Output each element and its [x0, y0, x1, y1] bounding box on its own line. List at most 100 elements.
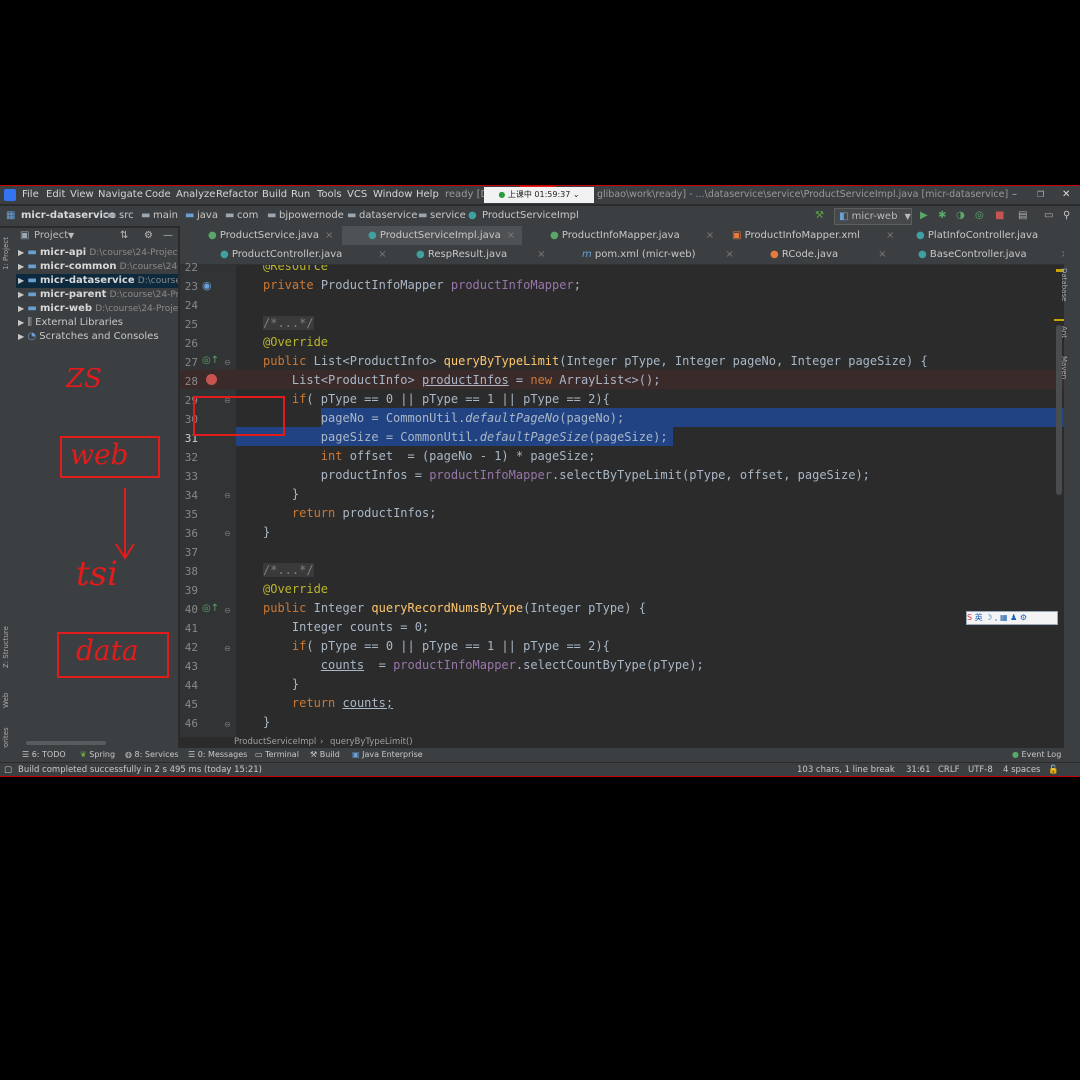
tool-web[interactable]: Web: [2, 693, 10, 708]
fold-icon[interactable]: ⊖: [224, 491, 231, 500]
tab-productinfomapper-java[interactable]: ● ProductInfoMapper.java ×: [550, 226, 714, 245]
menu-help[interactable]: Help: [416, 186, 439, 204]
tab-respresult[interactable]: ● RespResult.java ×: [416, 245, 546, 264]
close-icon[interactable]: ×: [706, 230, 714, 241]
project-panel-title[interactable]: Project: [34, 228, 68, 244]
close-icon[interactable]: ×: [886, 230, 894, 241]
profile-icon[interactable]: ◎: [975, 206, 984, 226]
fold-icon[interactable]: ⊖: [224, 606, 231, 615]
breadcrumb-com[interactable]: com: [237, 206, 258, 226]
close-icon[interactable]: ×: [507, 230, 515, 241]
fold-icon[interactable]: ⊖: [224, 644, 231, 653]
status-caret-position[interactable]: 31:61: [906, 763, 931, 776]
fold-icon[interactable]: ⊖: [224, 529, 231, 538]
menu-run[interactable]: Run: [291, 186, 310, 204]
coverage-icon[interactable]: ◑: [956, 206, 965, 226]
tool-maven[interactable]: Maven: [1060, 356, 1068, 379]
close-icon[interactable]: ×: [726, 249, 734, 260]
maximize-icon[interactable]: ❐: [1037, 186, 1044, 204]
run-config-select[interactable]: ◧ micr-web ▼: [834, 208, 912, 225]
tree-item-external-libraries[interactable]: ▶ ⫼ External Libraries: [16, 316, 123, 330]
tab-rcode[interactable]: ● RCode.java ×: [770, 245, 886, 264]
code-editor[interactable]: @Resource private ProductInfoMapper prod…: [236, 265, 1064, 737]
close-icon[interactable]: ✕: [1062, 186, 1070, 204]
tool-build[interactable]: ⚒ Build: [310, 748, 340, 762]
tool-project[interactable]: 1: Project: [2, 237, 10, 270]
hide-panel-icon[interactable]: —: [163, 228, 173, 244]
code-line-38[interactable]: /*...*/: [263, 563, 314, 577]
breadcrumb-main[interactable]: main: [153, 206, 178, 226]
editor-gutter[interactable]: 22 23 24 25 26 27 28 29 30 31 32 33 34 3…: [180, 261, 236, 737]
lock-icon[interactable]: 🔓: [1048, 763, 1059, 776]
tree-item-scratches[interactable]: ▶ ◔ Scratches and Consoles: [16, 330, 159, 344]
gear-icon[interactable]: ⚙: [144, 228, 153, 244]
menu-vcs[interactable]: VCS: [347, 186, 367, 204]
editor-breadcrumb-method[interactable]: queryByTypeLimit(): [330, 737, 413, 748]
menu-tools[interactable]: Tools: [317, 186, 342, 204]
tab-pom-xml[interactable]: m pom.xml (micr-web) ×: [582, 245, 734, 264]
menu-refactor[interactable]: Refactor: [216, 186, 258, 204]
breadcrumb-class[interactable]: ProductServiceImpl: [482, 206, 579, 226]
tool-spring[interactable]: ❦ Spring: [80, 748, 115, 762]
warning-marker[interactable]: [1054, 319, 1064, 321]
tab-productserviceimpl[interactable]: ● ProductServiceImpl.java ×: [342, 226, 522, 247]
tab-productcontroller[interactable]: ● ProductController.java ×: [220, 245, 387, 264]
menu-code[interactable]: Code: [145, 186, 171, 204]
override-method-icon[interactable]: ◎↑: [202, 603, 219, 614]
tool-event-log[interactable]: ● Event Log: [1012, 748, 1061, 762]
tab-basecontroller[interactable]: ● BaseController.java×: [918, 245, 1069, 264]
tool-todo[interactable]: ☰ 6: TODO: [22, 748, 66, 762]
hammer-icon[interactable]: ⚒: [815, 206, 824, 226]
horizontal-scrollbar[interactable]: [26, 741, 106, 745]
vertical-scrollbar[interactable]: [1056, 325, 1062, 495]
menu-file[interactable]: File: [22, 186, 39, 204]
breakpoint-icon[interactable]: [206, 374, 217, 385]
project-structure-icon[interactable]: ▤: [1018, 206, 1027, 226]
tool-structure[interactable]: Z: Structure: [2, 626, 10, 668]
breadcrumb-service[interactable]: service: [430, 206, 466, 226]
layout-icon[interactable]: ▭: [1044, 206, 1053, 226]
fold-icon[interactable]: ⊖: [224, 358, 231, 367]
status-message[interactable]: Build completed successfully in 2 s 495 …: [18, 763, 262, 776]
tree-item-micr-web[interactable]: ▶ ▬ micr-web D:\course\24-Project: [16, 302, 178, 316]
tab-platinfocontroller[interactable]: ● PlatInfoController.java×: [916, 226, 1074, 245]
tool-ant[interactable]: Ant: [1060, 326, 1068, 338]
tab-productservice[interactable]: ● ProductService.java ×: [208, 226, 333, 245]
breadcrumb-bjpowernode[interactable]: bjpowernode: [279, 206, 344, 226]
menu-window[interactable]: Window: [373, 186, 412, 204]
close-icon[interactable]: ×: [537, 249, 545, 260]
collapse-all-icon[interactable]: ⇅: [120, 228, 128, 244]
tool-database[interactable]: Database: [1060, 268, 1068, 301]
menu-build[interactable]: Build: [262, 186, 287, 204]
override-method-icon[interactable]: ◎↑: [202, 355, 219, 366]
ime-toolbar[interactable]: S 英 ☽ , ▦ ♟ ⚙: [966, 611, 1058, 625]
tree-item-micr-api[interactable]: ▶ ▬ micr-api D:\course\24-Project\: [16, 246, 178, 260]
editor-breadcrumb-class[interactable]: ProductServiceImpl: [234, 737, 316, 748]
breadcrumb-java[interactable]: java: [197, 206, 218, 226]
tab-productinfomapper-xml[interactable]: ▣ ProductInfoMapper.xml ×: [732, 226, 894, 245]
chevron-down-icon[interactable]: ▼: [68, 228, 74, 244]
breadcrumb-dataservice[interactable]: dataservice: [359, 206, 417, 226]
close-icon[interactable]: ×: [878, 249, 886, 260]
search-icon[interactable]: ⚲: [1063, 206, 1070, 226]
menu-edit[interactable]: Edit: [46, 186, 65, 204]
status-encoding[interactable]: UTF-8: [968, 763, 993, 776]
menu-analyze[interactable]: Analyze: [176, 186, 215, 204]
tool-services[interactable]: ◍ 8: Services: [125, 748, 179, 762]
code-line-25[interactable]: /*...*/: [263, 316, 314, 330]
tree-item-micr-parent[interactable]: ▶ ▬ micr-parent D:\course\24-Proje: [16, 288, 178, 302]
fold-icon[interactable]: ⊖: [224, 720, 231, 729]
minimize-icon[interactable]: –: [1012, 186, 1017, 204]
close-icon[interactable]: ×: [378, 249, 386, 260]
tool-messages[interactable]: ☰ 0: Messages: [188, 748, 247, 762]
tree-item-micr-dataservice[interactable]: ▶ ▬ micr-dataservice D:\course\24: [16, 274, 178, 288]
status-indent[interactable]: 4 spaces: [1003, 763, 1040, 776]
stop-icon[interactable]: ■: [995, 206, 1004, 226]
tool-terminal[interactable]: ▭ Terminal: [255, 748, 299, 762]
menu-view[interactable]: View: [70, 186, 94, 204]
close-icon[interactable]: ×: [325, 230, 333, 241]
debug-icon[interactable]: ✱: [938, 206, 946, 226]
tree-item-micr-common[interactable]: ▶ ▬ micr-common D:\course\24-Pr: [16, 260, 178, 274]
menu-navigate[interactable]: Navigate: [98, 186, 143, 204]
run-icon[interactable]: ▶: [920, 206, 928, 226]
